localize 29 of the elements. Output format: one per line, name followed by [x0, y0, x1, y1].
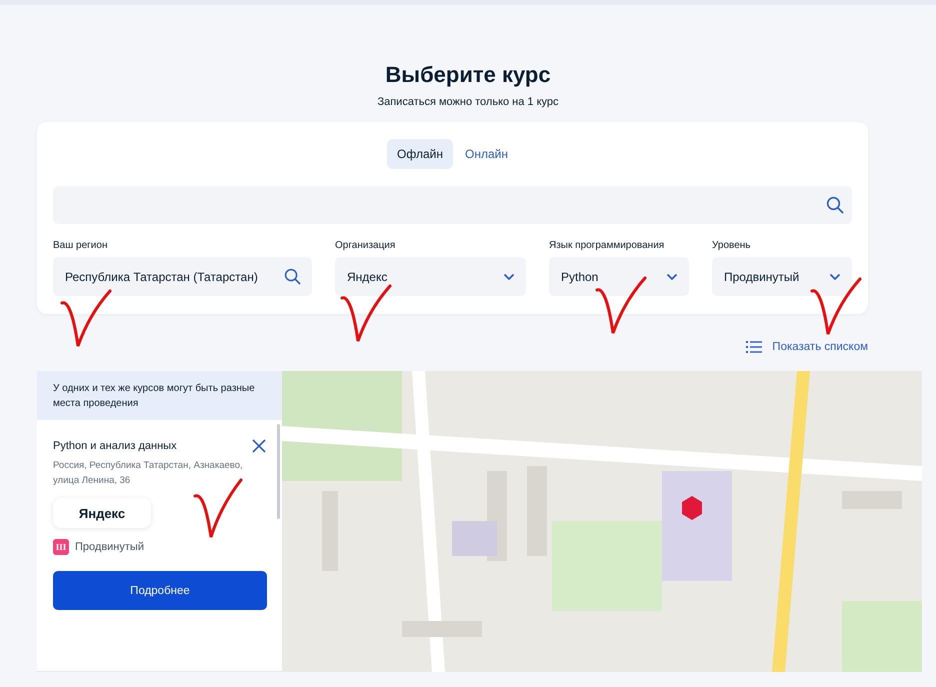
search-icon	[284, 268, 301, 285]
level-badge: III	[53, 539, 69, 555]
details-button[interactable]: Подробнее	[53, 571, 267, 610]
tab[interactable]: Онлайн	[454, 139, 518, 169]
filter-label: Уровень	[712, 240, 752, 251]
close-icon[interactable]	[252, 439, 266, 453]
course-address: Россия, Республика Татарстан, Азнакаево, улица Ленина, 36	[53, 459, 244, 488]
tab[interactable]: Офлайн	[387, 139, 453, 169]
select-field[interactable]: Продвинутый	[712, 257, 852, 296]
select-field[interactable]: Python	[549, 257, 689, 296]
region-field[interactable]: Республика Татарстан (Татарстан)	[53, 257, 312, 296]
level-label: Продвинутый	[75, 541, 144, 553]
chevron-down-icon	[829, 272, 841, 280]
search-field[interactable]	[53, 186, 852, 224]
scrollbar[interactable]	[277, 424, 280, 519]
show-list-link[interactable]: Показать списком	[746, 338, 868, 356]
organization-logo: Яндекс	[53, 498, 151, 528]
info-notice: У одних и тех же курсов могут быть разные места проведения	[37, 371, 282, 420]
search-icon	[826, 196, 844, 214]
course-title: Python и анализ данных	[53, 440, 177, 452]
filter-label: Организация	[335, 240, 396, 251]
page-subtitle: Записаться можно только на 1 курс	[376, 96, 560, 108]
chevron-down-icon	[503, 272, 515, 280]
chevron-down-icon	[666, 272, 678, 280]
list-icon	[746, 341, 762, 353]
filter-label: Язык программирования	[549, 240, 666, 251]
filter-label: Ваш регион	[53, 240, 108, 251]
page-title: Выберите курс	[384, 61, 552, 89]
select-field[interactable]: Яндекс	[335, 257, 526, 296]
